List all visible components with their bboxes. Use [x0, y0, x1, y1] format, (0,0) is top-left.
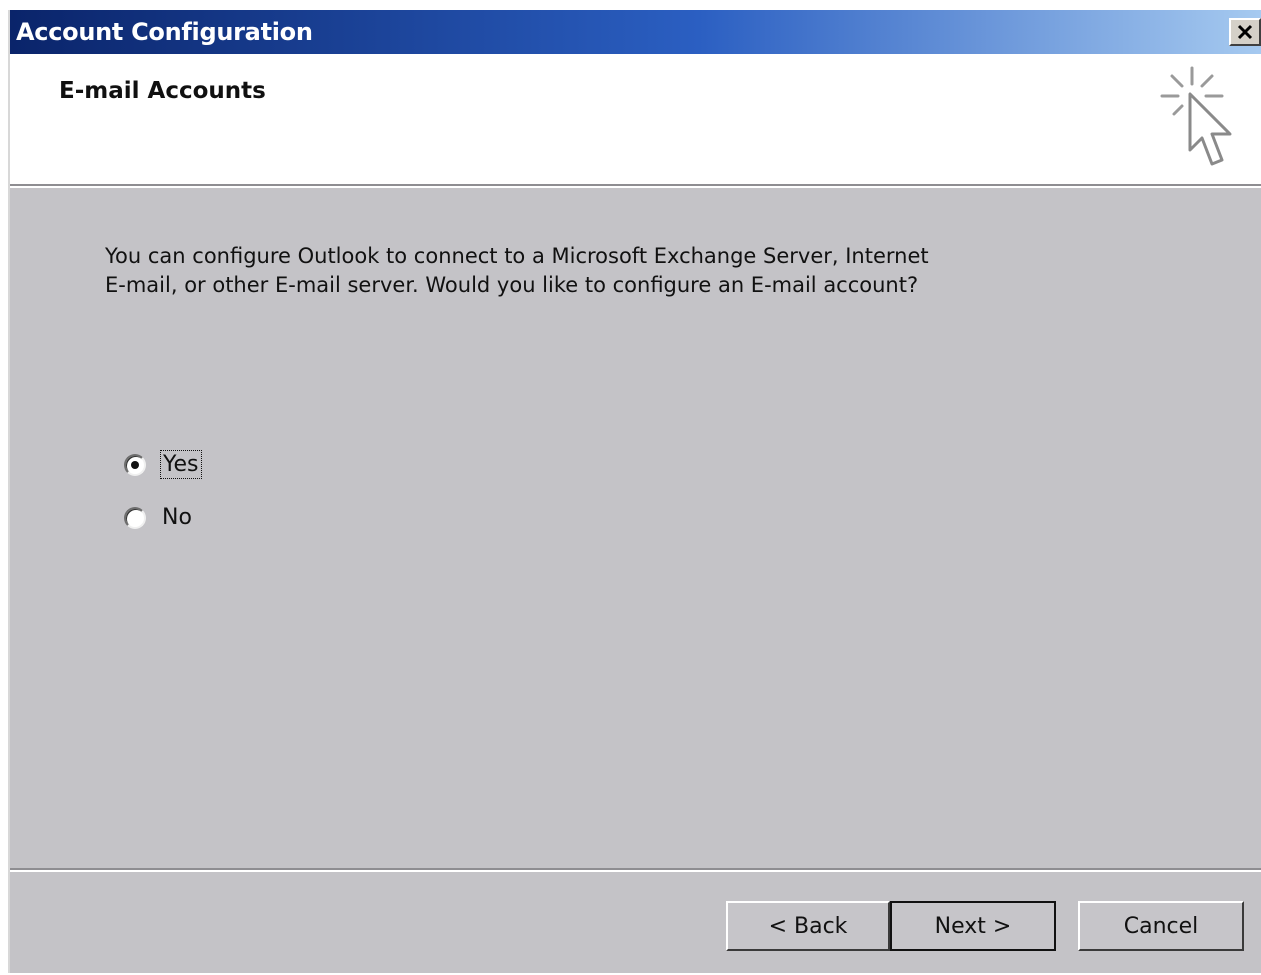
back-button[interactable]: < Back [726, 901, 890, 951]
title-bar[interactable]: Account Configuration [10, 10, 1261, 54]
radio-selected-dot [131, 460, 139, 469]
question-line-2: E-mail, or other E-mail server. Would yo… [105, 273, 919, 297]
radio-no[interactable] [124, 506, 146, 529]
header-separator [10, 186, 1261, 188]
next-button[interactable]: Next > [890, 901, 1056, 951]
radio-option-yes[interactable]: Yes [124, 450, 202, 479]
radio-label-yes[interactable]: Yes [160, 450, 202, 479]
sparkle-cursor-icon [1160, 66, 1232, 166]
close-icon [1237, 24, 1253, 40]
account-configuration-dialog: Account Configuration E-mail Accounts Yo… [8, 10, 1261, 973]
close-button[interactable] [1229, 18, 1261, 46]
header-panel: E-mail Accounts [10, 54, 1261, 186]
question-line-1: You can configure Outlook to connect to … [105, 244, 929, 268]
footer-separator-highlight [10, 870, 1261, 872]
configure-question: You can configure Outlook to connect to … [105, 242, 1005, 300]
cancel-button[interactable]: Cancel [1078, 901, 1244, 951]
radio-yes[interactable] [124, 453, 146, 476]
page-title: E-mail Accounts [59, 78, 266, 104]
window-title: Account Configuration [16, 18, 313, 46]
radio-option-no[interactable]: No [124, 504, 194, 531]
radio-label-no[interactable]: No [160, 504, 194, 531]
